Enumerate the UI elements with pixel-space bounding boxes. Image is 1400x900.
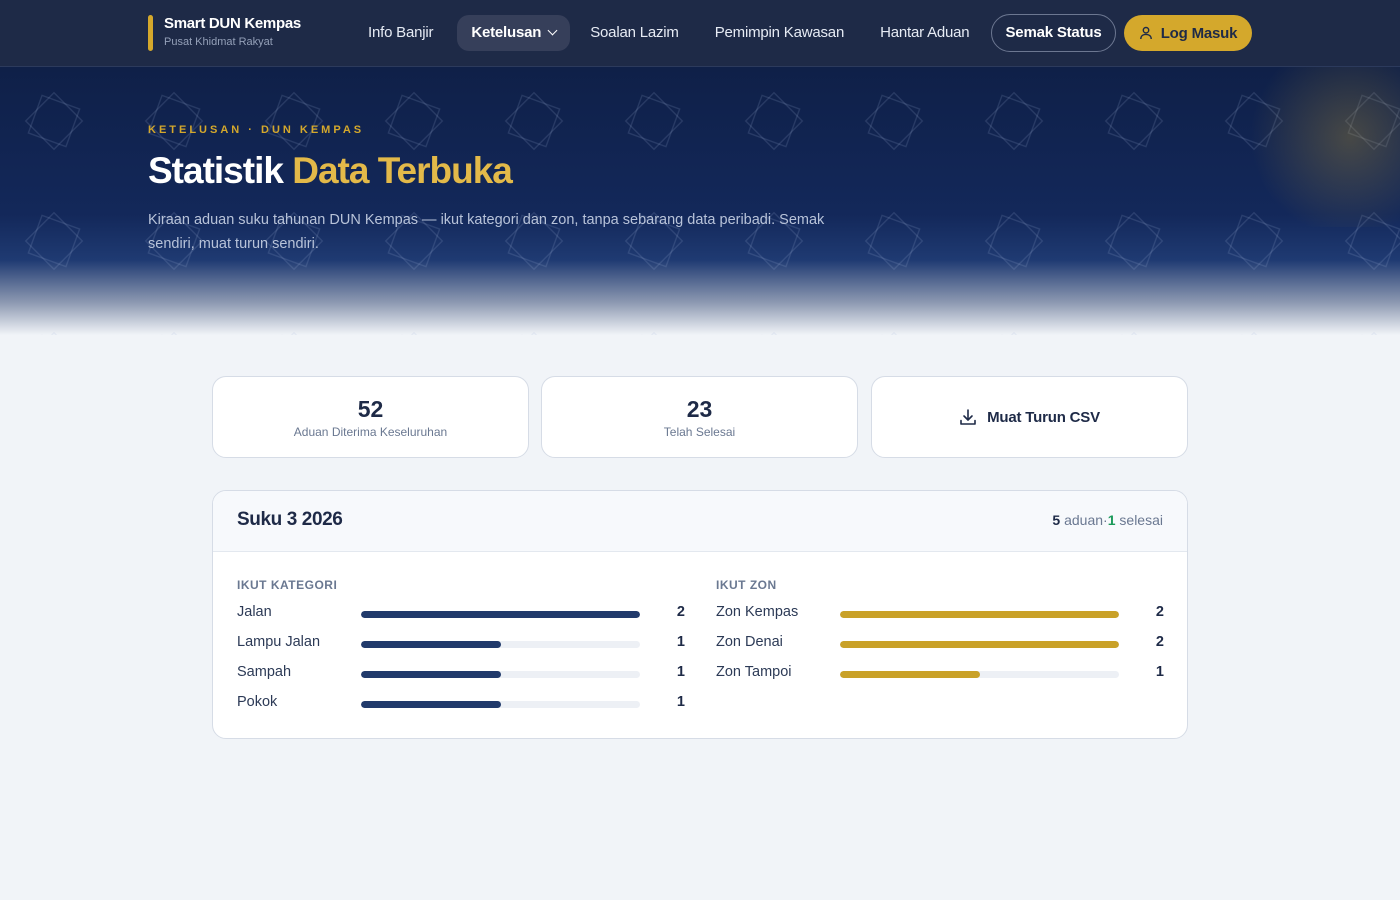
zone-rows: Zon Kempas 2 Zon Denai 2 Zon Tampoi 1 bbox=[716, 599, 1164, 689]
zone-bar-track bbox=[840, 671, 1119, 678]
download-csv-label: Muat Turun CSV bbox=[987, 408, 1100, 426]
completed-card: 23 Telah Selesai bbox=[541, 376, 858, 458]
nav-link-ketelusan-label: Ketelusan bbox=[471, 24, 542, 41]
page-title-main: Statistik bbox=[148, 150, 284, 191]
total-complaints-label: Aduan Diterima Keseluruhan bbox=[293, 425, 448, 439]
category-label: Lampu Jalan bbox=[237, 634, 321, 650]
category-count: 2 bbox=[676, 604, 685, 620]
nav-link-ketelusan[interactable]: Ketelusan bbox=[457, 15, 571, 51]
quarter-resolved-count: 1 bbox=[1107, 512, 1116, 528]
brand-accent-bar bbox=[148, 15, 153, 51]
category-label: Sampah bbox=[237, 664, 292, 680]
total-complaints-value: 52 bbox=[357, 396, 384, 422]
chevron-down-icon bbox=[547, 25, 558, 36]
page-title-accent: Data Terbuka bbox=[292, 150, 513, 191]
quarter-resolved-word: selesai bbox=[1119, 512, 1163, 528]
zone-count: 1 bbox=[1155, 664, 1164, 680]
completed-label: Telah Selesai bbox=[663, 425, 736, 439]
page-title: Statistik Data Terbuka bbox=[148, 150, 513, 192]
zone-row: Zon Denai 2 bbox=[716, 629, 1164, 659]
nav-link-soalan-lazim[interactable]: Soalan Lazim bbox=[578, 15, 691, 51]
quarter-header: Suku 3 2026 5 aduan·1 selesai bbox=[213, 491, 1187, 552]
category-label: Jalan bbox=[237, 604, 272, 620]
category-breakdown: IKUT KATEGORI Jalan 2 Lampu Jalan 1 Sampah 1 P… bbox=[237, 577, 685, 719]
category-row: Sampah 1 bbox=[237, 659, 685, 689]
quarter-title: Suku 3 2026 bbox=[237, 509, 343, 530]
brand-name: Smart DUN Kempas bbox=[164, 15, 301, 32]
brand[interactable]: Smart DUN Kempas Pusat Khidmat Rakyat bbox=[148, 15, 301, 51]
category-row: Pokok 1 bbox=[237, 689, 685, 719]
brand-subtitle: Pusat Khidmat Rakyat bbox=[164, 36, 273, 48]
category-bar-track bbox=[361, 611, 640, 618]
category-bar bbox=[361, 671, 501, 678]
zone-row: Zon Tampoi 1 bbox=[716, 659, 1164, 689]
category-bar bbox=[361, 701, 501, 708]
login-button-label: Log Masuk bbox=[1160, 24, 1238, 42]
zone-label: Zon Tampoi bbox=[716, 664, 792, 680]
category-rows: Jalan 2 Lampu Jalan 1 Sampah 1 Pokok 1 bbox=[237, 599, 685, 719]
category-count: 1 bbox=[676, 694, 685, 710]
total-complaints-card: 52 Aduan Diterima Keseluruhan bbox=[212, 376, 529, 458]
category-bar-track bbox=[361, 641, 640, 648]
nav-link-info-banjir[interactable]: Info Banjir bbox=[356, 15, 445, 51]
category-bar-track bbox=[361, 671, 640, 678]
zone-label: Zon Denai bbox=[716, 634, 783, 650]
zone-bar bbox=[840, 641, 1119, 648]
category-bar bbox=[361, 641, 501, 648]
category-count: 1 bbox=[676, 634, 685, 650]
zone-count: 2 bbox=[1155, 604, 1164, 620]
hero-description: Kiraan aduan suku tahunan DUN Kempas — i… bbox=[148, 212, 825, 252]
nav-link-hantar-aduan[interactable]: Hantar Aduan bbox=[868, 15, 981, 51]
hero-eyebrow: KETELUSAN · DUN KEMPAS bbox=[148, 124, 365, 136]
zone-breakdown: IKUT ZON Zon Kempas 2 Zon Denai 2 Zon Tampoi… bbox=[716, 577, 1164, 689]
nav-link-pemimpin-kawasan[interactable]: Pemimpin Kawasan bbox=[703, 15, 856, 51]
quarter-panel: Suku 3 2026 5 aduan·1 selesai IKUT KATEG… bbox=[212, 490, 1188, 739]
zone-bar bbox=[840, 671, 980, 678]
download-csv-button[interactable]: Muat Turun CSV bbox=[872, 377, 1187, 457]
category-bar-track bbox=[361, 701, 640, 708]
check-status-button[interactable]: Semak Status bbox=[991, 14, 1116, 52]
zone-bar bbox=[840, 611, 1119, 618]
hero-pattern bbox=[0, 67, 1400, 335]
zone-heading: IKUT ZON bbox=[716, 578, 777, 592]
download-icon bbox=[960, 409, 976, 425]
category-heading: IKUT KATEGORI bbox=[237, 578, 338, 592]
quarter-complaint-count: 5 bbox=[1052, 512, 1061, 528]
category-label: Pokok bbox=[237, 694, 278, 710]
quarter-complaint-word: aduan bbox=[1064, 512, 1104, 528]
category-row: Lampu Jalan 1 bbox=[237, 629, 685, 659]
hero-banner: KETELUSAN · DUN KEMPAS Statistik Data Te… bbox=[0, 67, 1400, 335]
category-row: Jalan 2 bbox=[237, 599, 685, 629]
category-count: 1 bbox=[676, 664, 685, 680]
zone-row: Zon Kempas 2 bbox=[716, 599, 1164, 629]
hero-glow bbox=[1240, 67, 1400, 227]
zone-label: Zon Kempas bbox=[716, 604, 799, 620]
top-navbar: Smart DUN Kempas Pusat Khidmat Rakyat In… bbox=[0, 0, 1400, 67]
category-bar bbox=[361, 611, 640, 618]
nav-links: Info Banjir Ketelusan Soalan Lazim Pemim… bbox=[356, 15, 993, 51]
login-button[interactable]: Log Masuk bbox=[1124, 15, 1252, 51]
zone-bar-track bbox=[840, 641, 1119, 648]
user-icon bbox=[1139, 26, 1152, 40]
download-csv-card[interactable]: Muat Turun CSV bbox=[871, 376, 1188, 458]
completed-value: 23 bbox=[686, 396, 713, 422]
zone-bar-track bbox=[840, 611, 1119, 618]
quarter-summary: 5 aduan·1 selesai bbox=[1052, 512, 1163, 528]
zone-count: 2 bbox=[1155, 634, 1164, 650]
